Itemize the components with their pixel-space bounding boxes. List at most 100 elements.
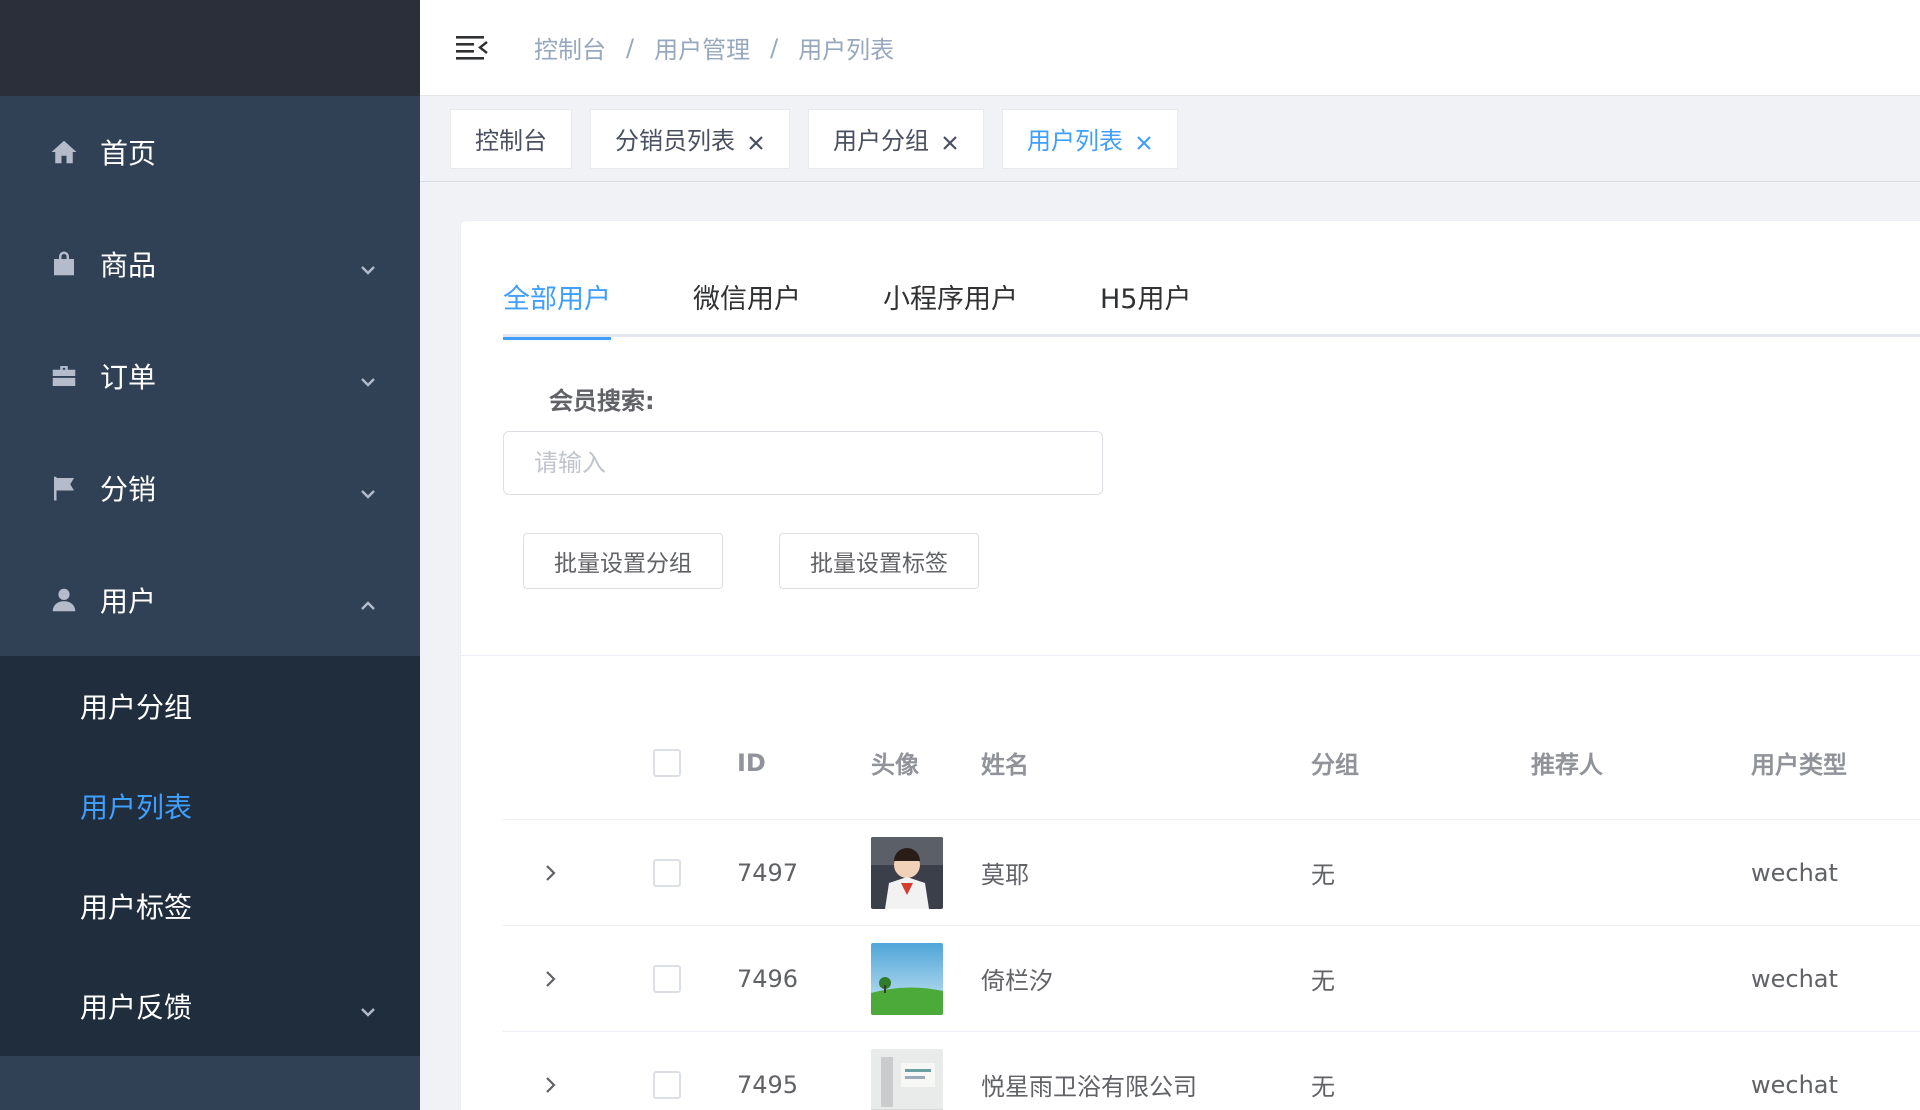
user-table: ID 头像 姓名 分组 推荐人 用户类型 7497 莫耶 无 wechat 74… bbox=[503, 706, 1920, 1110]
select-all-checkbox[interactable] bbox=[653, 748, 681, 777]
home-icon bbox=[48, 136, 80, 168]
chevron-down-icon bbox=[358, 996, 378, 1017]
avatar-cell bbox=[871, 942, 981, 1015]
table-header: ID 头像 姓名 分组 推荐人 用户类型 bbox=[503, 706, 1920, 820]
sidebar: 首页 商品 订单 分销 用户 用户分组 用户列表 用户标签 用户反馈 bbox=[0, 0, 420, 1110]
row-checkbox[interactable] bbox=[653, 858, 681, 887]
row-select-cell bbox=[597, 858, 737, 887]
users-submenu: 用户分组 用户列表 用户标签 用户反馈 bbox=[0, 656, 420, 1056]
row-checkbox[interactable] bbox=[653, 1070, 681, 1099]
cell-group: 无 bbox=[1311, 1073, 1335, 1101]
sidebar-subitem-label: 用户标签 bbox=[80, 891, 193, 924]
close-icon[interactable] bbox=[747, 130, 765, 150]
column-header-group: 分组 bbox=[1311, 751, 1359, 779]
cell-user-type: wechat bbox=[1751, 1070, 1838, 1099]
tag-dashboard[interactable]: 控制台 bbox=[450, 108, 572, 169]
expand-row-icon[interactable] bbox=[503, 968, 597, 990]
row-select-cell bbox=[597, 1070, 737, 1099]
table-row: 7497 莫耶 无 wechat bbox=[503, 820, 1920, 926]
sidebar-item-label: 首页 bbox=[100, 137, 157, 170]
sidebar-subitem-label: 用户反馈 bbox=[80, 991, 193, 1024]
top-header: 控制台 / 用户管理 / 用户列表 bbox=[420, 0, 1920, 96]
sidebar-item-home[interactable]: 首页 bbox=[0, 96, 420, 208]
breadcrumb-separator: / bbox=[626, 33, 635, 62]
tag-label: 用户列表 bbox=[1027, 127, 1123, 155]
avatar-cell bbox=[871, 836, 981, 909]
cell-id: 7497 bbox=[737, 858, 799, 887]
avatar bbox=[871, 942, 943, 1015]
avatar-cell bbox=[871, 1048, 981, 1110]
sidebar-item-users[interactable]: 用户 bbox=[0, 544, 420, 656]
app-root: 首页 商品 订单 分销 用户 用户分组 用户列表 用户标签 用户反馈 控制台 /… bbox=[0, 0, 1920, 1110]
sidebar-item-orders[interactable]: 订单 bbox=[0, 320, 420, 432]
tag-user-groups[interactable]: 用户分组 bbox=[808, 108, 984, 169]
chevron-down-icon bbox=[358, 366, 378, 387]
cell-user-type: wechat bbox=[1751, 964, 1838, 993]
row-checkbox[interactable] bbox=[653, 964, 681, 993]
member-search-label: 会员搜索: bbox=[549, 387, 655, 415]
cell-name: 莫耶 bbox=[981, 861, 1029, 889]
tag-distributor-list[interactable]: 分销员列表 bbox=[590, 108, 790, 169]
chevron-down-icon bbox=[358, 254, 378, 275]
sidebar-item-label: 商品 bbox=[100, 249, 157, 282]
shopping-bag-icon bbox=[48, 248, 80, 280]
expand-row-icon[interactable] bbox=[503, 862, 597, 884]
divider bbox=[461, 655, 1920, 656]
sidebar-item-label: 分销 bbox=[100, 473, 157, 506]
cell-id: 7496 bbox=[737, 964, 799, 993]
tag-user-list[interactable]: 用户列表 bbox=[1002, 108, 1178, 169]
tags-view-bar: 控制台 分销员列表 用户分组 用户列表 bbox=[420, 96, 1920, 182]
cell-name: 倚栏汐 bbox=[981, 967, 1053, 995]
cell-user-type: wechat bbox=[1751, 858, 1838, 887]
row-select-cell bbox=[597, 964, 737, 993]
tag-label: 控制台 bbox=[475, 127, 547, 155]
breadcrumb-item[interactable]: 用户管理 bbox=[654, 30, 750, 65]
cell-group: 无 bbox=[1311, 861, 1335, 889]
breadcrumb-item[interactable]: 控制台 bbox=[534, 30, 606, 65]
sidebar-subitem-user-groups[interactable]: 用户分组 bbox=[0, 656, 420, 756]
table-row: 7495 悦星雨卫浴有限公司 无 wechat bbox=[503, 1032, 1920, 1110]
chevron-up-icon bbox=[358, 590, 378, 610]
column-header-name: 姓名 bbox=[981, 751, 1029, 779]
tab-wechat-users[interactable]: 微信用户 bbox=[693, 275, 801, 337]
user-type-tabs: 全部用户 微信用户 小程序用户 H5用户 bbox=[503, 275, 1920, 340]
cell-name: 悦星雨卫浴有限公司 bbox=[981, 1073, 1197, 1101]
tab-all-users[interactable]: 全部用户 bbox=[503, 275, 611, 340]
tab-miniprogram-users[interactable]: 小程序用户 bbox=[883, 275, 1018, 337]
close-icon[interactable] bbox=[1135, 130, 1153, 150]
breadcrumb-item-current: 用户列表 bbox=[798, 36, 895, 64]
chevron-down-icon bbox=[358, 478, 378, 499]
member-search-input[interactable] bbox=[503, 431, 1103, 495]
cell-id: 7495 bbox=[737, 1070, 799, 1099]
sidebar-subitem-user-list[interactable]: 用户列表 bbox=[0, 756, 420, 856]
batch-set-tag-button[interactable]: 批量设置标签 bbox=[779, 533, 979, 589]
main-card: 全部用户 微信用户 小程序用户 H5用户 会员搜索: 批量设置分组 批量设置标签… bbox=[460, 220, 1920, 1110]
batch-set-group-button[interactable]: 批量设置分组 bbox=[523, 533, 723, 589]
table-row: 7496 倚栏汐 无 wechat bbox=[503, 926, 1920, 1032]
sidebar-toggle-icon[interactable] bbox=[454, 30, 490, 66]
column-header-id: ID bbox=[737, 748, 766, 777]
sidebar-item-goods[interactable]: 商品 bbox=[0, 208, 420, 320]
column-header-referrer: 推荐人 bbox=[1531, 751, 1603, 779]
breadcrumb-separator: / bbox=[770, 33, 779, 62]
user-icon bbox=[48, 584, 80, 616]
sidebar-item-label: 用户 bbox=[100, 585, 157, 618]
flag-icon bbox=[48, 472, 80, 504]
avatar bbox=[871, 1048, 943, 1110]
sidebar-subitem-label: 用户列表 bbox=[80, 791, 193, 824]
sidebar-subitem-label: 用户分组 bbox=[80, 691, 193, 724]
sidebar-subitem-user-feedback[interactable]: 用户反馈 bbox=[0, 956, 420, 1056]
breadcrumb: 控制台 / 用户管理 / 用户列表 bbox=[534, 30, 894, 65]
sidebar-subitem-user-tags[interactable]: 用户标签 bbox=[0, 856, 420, 956]
briefcase-icon bbox=[48, 360, 80, 392]
cell-group: 无 bbox=[1311, 967, 1335, 995]
expand-row-icon[interactable] bbox=[503, 1074, 597, 1096]
tag-label: 分销员列表 bbox=[615, 127, 735, 155]
column-header-user-type: 用户类型 bbox=[1751, 751, 1847, 779]
avatar bbox=[871, 836, 943, 909]
sidebar-logo-bar bbox=[0, 0, 420, 96]
tab-h5-users[interactable]: H5用户 bbox=[1100, 275, 1191, 337]
close-icon[interactable] bbox=[941, 130, 959, 150]
sidebar-item-distribution[interactable]: 分销 bbox=[0, 432, 420, 544]
select-all-cell bbox=[597, 748, 737, 777]
